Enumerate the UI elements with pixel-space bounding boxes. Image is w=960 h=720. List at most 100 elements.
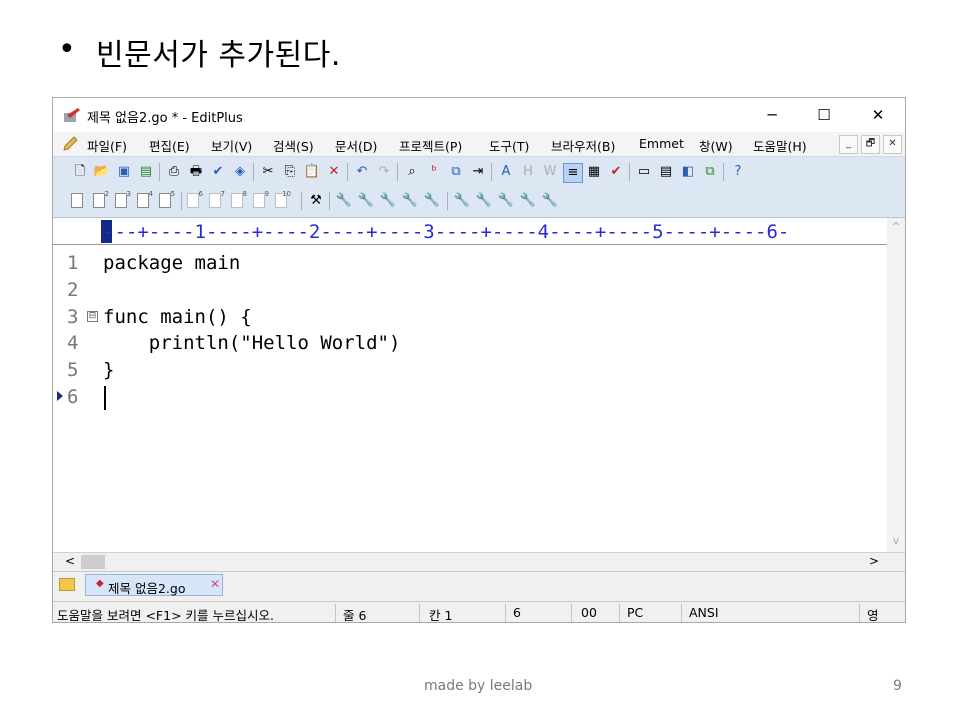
user-tool-icon[interactable]: 🔧 — [497, 192, 515, 210]
status-lines-total: 6 — [513, 605, 521, 620]
document-slot-icon[interactable]: 9 — [253, 190, 269, 208]
user-tool-icon[interactable]: 🔧 — [357, 192, 375, 210]
current-line-marker — [57, 391, 63, 401]
new-file-icon[interactable]: 🗋 — [71, 163, 89, 181]
scroll-up-icon[interactable]: ^ — [887, 220, 905, 233]
spell-check-icon[interactable]: ✔ — [209, 163, 227, 181]
help-icon[interactable]: ? — [729, 163, 747, 181]
code-line[interactable]: func main() { — [103, 306, 252, 328]
delete-icon[interactable]: ✕ — [325, 163, 343, 181]
horizontal-scrollbar[interactable]: < > — [53, 552, 905, 571]
menu-help[interactable]: 도움말(H) — [753, 136, 807, 155]
scroll-down-icon[interactable]: v — [887, 534, 905, 547]
maximize-button[interactable]: ☐ — [801, 103, 847, 127]
slide-bullet: • — [58, 32, 76, 67]
user-tool-icon[interactable]: 🔧 — [475, 192, 493, 210]
status-separator — [335, 604, 336, 622]
cliptext-icon[interactable]: ▤ — [657, 163, 675, 181]
status-column: 칸 1 — [429, 608, 453, 623]
document-slot-icon[interactable]: 7 — [209, 190, 225, 208]
output-icon[interactable]: ⧉ — [701, 163, 719, 181]
menu-project[interactable]: 프로젝트(P) — [399, 136, 462, 155]
close-button[interactable]: ✕ — [855, 103, 901, 127]
browser-view-icon[interactable]: ◈ — [231, 163, 249, 181]
mdi-restore-button[interactable]: 🗗 — [861, 135, 880, 154]
font-icon[interactable]: A — [497, 163, 515, 181]
document-tab[interactable]: ◆ 제목 없음2.go ✕ — [85, 574, 223, 596]
menu-window[interactable]: 창(W) — [699, 136, 733, 155]
print-preview-icon[interactable]: ⎙ — [165, 163, 183, 181]
user-tool-icon[interactable]: 🔧 — [423, 192, 441, 210]
user-tool-icon[interactable]: 🔧 — [379, 192, 397, 210]
document-slot-icon[interactable]: 5 — [159, 190, 175, 208]
document-slot-icon[interactable]: 8 — [231, 190, 247, 208]
toolbar: 🗋 📂 ▣ ▤ ⎙ 🖶 ✔ ◈ ✂ ⎘ 📋 ✕ ↶ ↷ ⌕ ᵇ ⧉ ⇥ A H … — [53, 156, 905, 218]
toolbar-separator — [723, 163, 724, 181]
line-number-icon[interactable]: ≡ — [563, 163, 583, 183]
ruler-text: ---+----1----+----2----+----3----+----4-… — [103, 221, 790, 243]
redo-icon[interactable]: ↷ — [375, 163, 393, 181]
pencil-icon — [63, 136, 78, 151]
print-icon[interactable]: 🖶 — [187, 163, 205, 181]
menu-document[interactable]: 문서(D) — [335, 136, 377, 155]
code-line[interactable]: package main — [103, 252, 240, 274]
document-slot-icon[interactable]: 3 — [115, 190, 131, 208]
document-slot-icon[interactable]: 6 — [187, 190, 203, 208]
cut-icon[interactable]: ✂ — [259, 163, 277, 181]
mdi-close-button[interactable]: ✕ — [883, 135, 902, 154]
document-slot-icon[interactable]: 2 — [93, 190, 109, 208]
menu-file[interactable]: 파일(F) — [87, 136, 127, 155]
directory-icon[interactable]: ◧ — [679, 163, 697, 181]
find-in-files-icon[interactable]: ⧉ — [447, 163, 465, 181]
replace-icon[interactable]: ᵇ — [425, 163, 443, 181]
line-number: 2 — [67, 279, 79, 301]
menu-emmet[interactable]: Emmet — [639, 136, 684, 151]
mdi-minimize-button[interactable]: _ — [839, 135, 858, 154]
minimize-button[interactable]: ─ — [749, 103, 795, 127]
fold-toggle-icon[interactable]: ⊟ — [87, 311, 98, 322]
editplus-window: 제목 없음2.go * - EditPlus ─ ☐ ✕ 파일(F) 편집(E)… — [52, 97, 906, 623]
user-tool-icon[interactable]: 🔧 — [519, 192, 537, 210]
menu-tools[interactable]: 도구(T) — [489, 136, 529, 155]
tab-close-icon[interactable]: ✕ — [210, 577, 220, 591]
document-slot-icon[interactable]: 10 — [275, 190, 291, 208]
menu-browser[interactable]: 브라우저(B) — [551, 136, 615, 155]
scroll-left-icon[interactable]: < — [65, 554, 75, 568]
menu-view[interactable]: 보기(V) — [211, 136, 252, 155]
user-tool-icon[interactable]: 🔧 — [335, 192, 353, 210]
menu-bar: 파일(F) 편집(E) 보기(V) 검색(S) 문서(D) 프로젝트(P) 도구… — [53, 132, 905, 156]
folder-icon[interactable] — [59, 578, 75, 591]
code-line[interactable]: } — [103, 359, 114, 381]
editor-area[interactable]: ---+----1----+----2----+----3----+----4-… — [53, 218, 905, 552]
copy-icon[interactable]: ⎘ — [281, 163, 299, 181]
footer-credit: made by leelab — [424, 678, 533, 694]
vertical-scrollbar[interactable]: ^ v — [887, 218, 905, 552]
toolbar-separator — [491, 163, 492, 181]
scroll-thumb[interactable] — [81, 555, 105, 569]
hex-icon[interactable]: H — [519, 163, 537, 181]
code-line[interactable]: println("Hello World") — [103, 332, 401, 354]
user-tool-icon[interactable]: 🔧 — [453, 192, 471, 210]
paste-icon[interactable]: 📋 — [303, 163, 321, 181]
check-icon[interactable]: ✔ — [607, 163, 625, 181]
word-wrap-icon[interactable]: W — [541, 163, 559, 181]
user-tool-icon[interactable]: 🔧 — [541, 192, 559, 210]
open-folder-icon[interactable]: 📂 — [93, 163, 111, 181]
user-tool-icon[interactable]: 🔧 — [401, 192, 419, 210]
column-select-icon[interactable]: ▦ — [585, 163, 603, 181]
menu-search[interactable]: 검색(S) — [273, 136, 314, 155]
document-slot-icon[interactable] — [71, 193, 83, 208]
undo-icon[interactable]: ↶ — [353, 163, 371, 181]
find-icon[interactable]: ⌕ — [403, 163, 421, 181]
save-icon[interactable]: ▣ — [115, 163, 133, 181]
line-number: 4 — [67, 332, 79, 354]
menu-edit[interactable]: 편집(E) — [149, 136, 190, 155]
document-slot-icon[interactable]: 4 — [137, 190, 153, 208]
page-number: 9 — [893, 678, 902, 694]
view-icon[interactable]: ▭ — [635, 163, 653, 181]
scroll-right-icon[interactable]: > — [869, 554, 879, 568]
status-platform: PC — [627, 605, 644, 620]
save-all-icon[interactable]: ▤ — [137, 163, 155, 181]
user-tool-setup-icon[interactable]: ⚒ — [307, 192, 325, 210]
goto-line-icon[interactable]: ⇥ — [469, 163, 487, 181]
